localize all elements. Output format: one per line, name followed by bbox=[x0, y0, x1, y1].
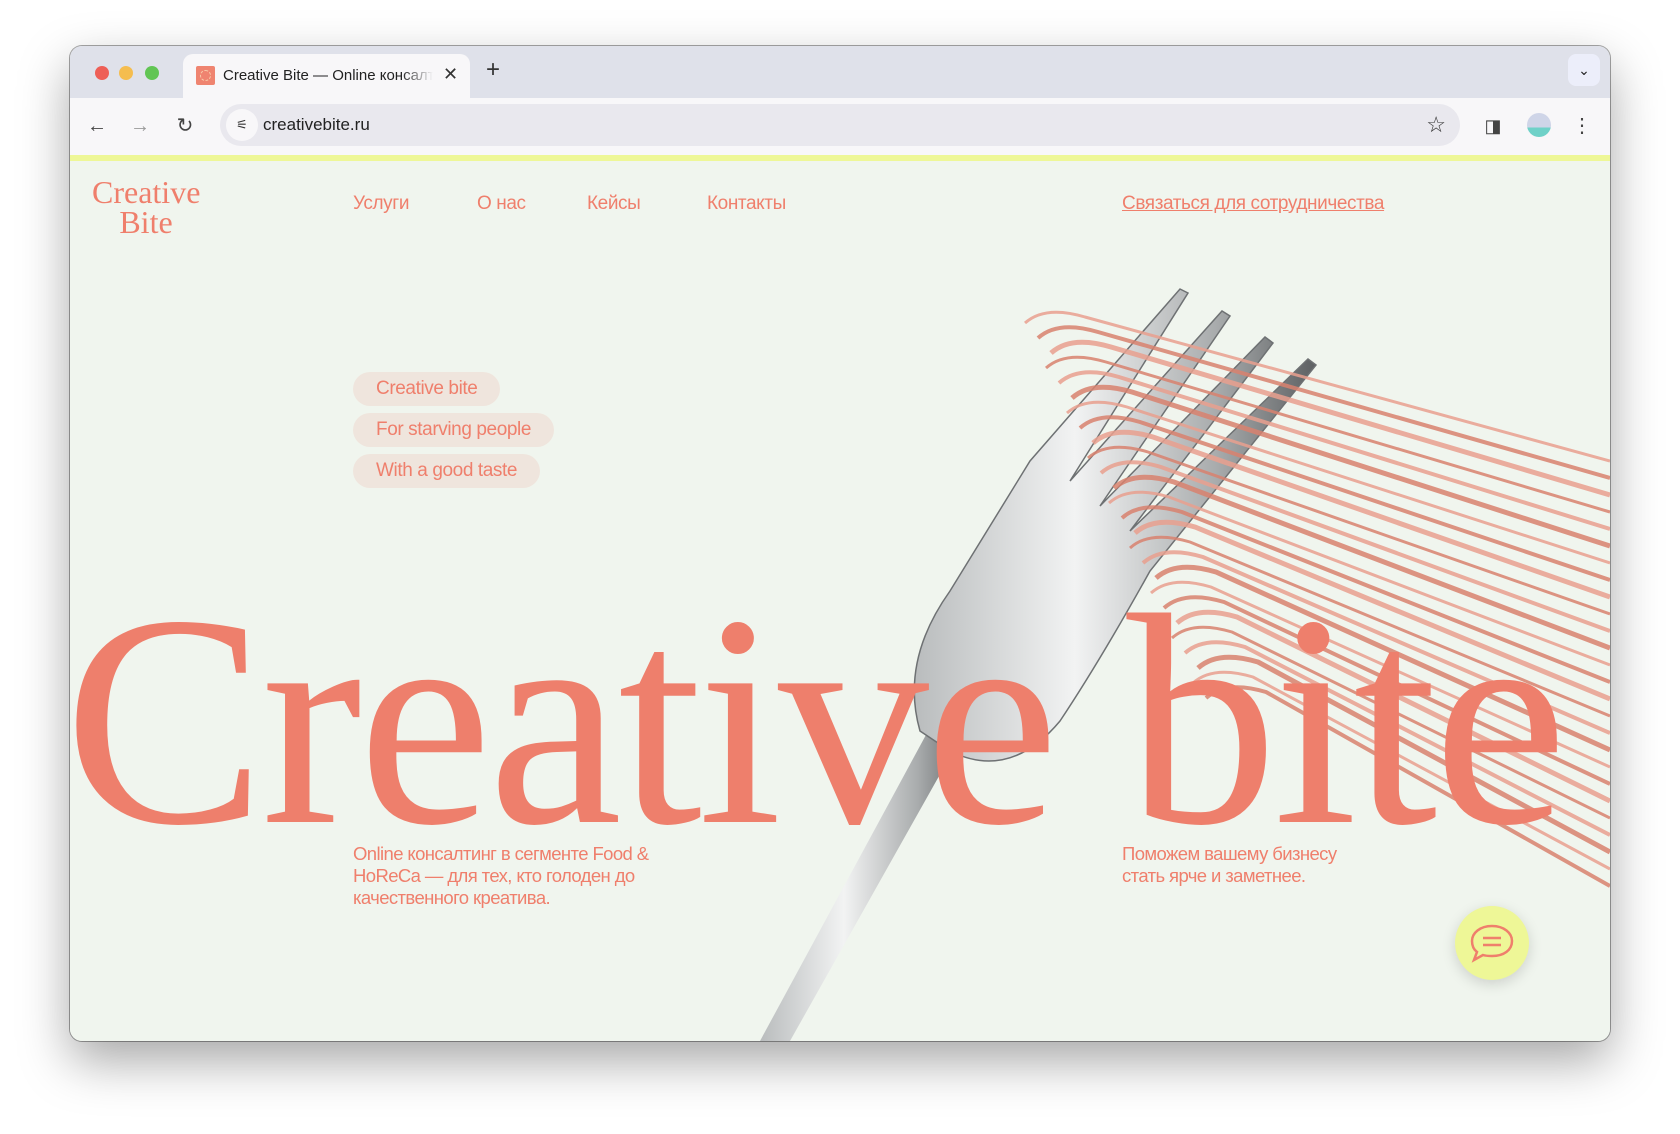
close-tab-icon[interactable]: ✕ bbox=[443, 64, 458, 85]
tab-search-chevron-icon[interactable]: ⌄ bbox=[1568, 54, 1600, 86]
new-tab-button[interactable]: + bbox=[486, 56, 500, 84]
browser-window: Creative Bite — Online консалтинг ✕ + ⌄ … bbox=[70, 46, 1610, 1041]
description-left: Online консалтинг в сегменте Food & HoRe… bbox=[353, 843, 649, 908]
chat-button[interactable] bbox=[1455, 906, 1529, 980]
tab-title: Creative Bite — Online консалтинг bbox=[223, 67, 433, 84]
tab-active[interactable]: Creative Bite — Online консалтинг ✕ bbox=[183, 54, 470, 98]
more-menu-icon[interactable]: ⋮ bbox=[1570, 114, 1594, 138]
address-bar[interactable]: ⚟ creativebite.ru ☆ bbox=[220, 104, 1460, 146]
url-text[interactable]: creativebite.ru bbox=[263, 115, 370, 135]
toolbar: ← → ↻ ⚟ creativebite.ru ☆ ◨ ⋮ bbox=[70, 98, 1610, 155]
side-panel-icon[interactable]: ◨ bbox=[1481, 114, 1505, 138]
close-window-button[interactable] bbox=[95, 66, 109, 80]
forward-arrow-icon[interactable]: → bbox=[128, 114, 152, 138]
bookmark-star-icon[interactable]: ☆ bbox=[1426, 112, 1446, 138]
page-content: Creative Bite Услуги О нас Кейсы Контакт… bbox=[70, 161, 1610, 1041]
description-right: Поможем вашему бизнесу стать ярче и заме… bbox=[1122, 843, 1337, 886]
site-settings-icon[interactable]: ⚟ bbox=[226, 109, 258, 141]
hero-title: Creative bite bbox=[70, 554, 1567, 888]
maximize-window-button[interactable] bbox=[145, 66, 159, 80]
profile-avatar[interactable] bbox=[1527, 113, 1551, 137]
chat-bubble-icon bbox=[1470, 924, 1514, 963]
minimize-window-button[interactable] bbox=[119, 66, 133, 80]
favicon-icon bbox=[196, 66, 215, 85]
tab-bar: Creative Bite — Online консалтинг ✕ + ⌄ bbox=[70, 46, 1610, 98]
back-arrow-icon[interactable]: ← bbox=[85, 114, 109, 138]
reload-icon[interactable]: ↻ bbox=[173, 114, 197, 138]
